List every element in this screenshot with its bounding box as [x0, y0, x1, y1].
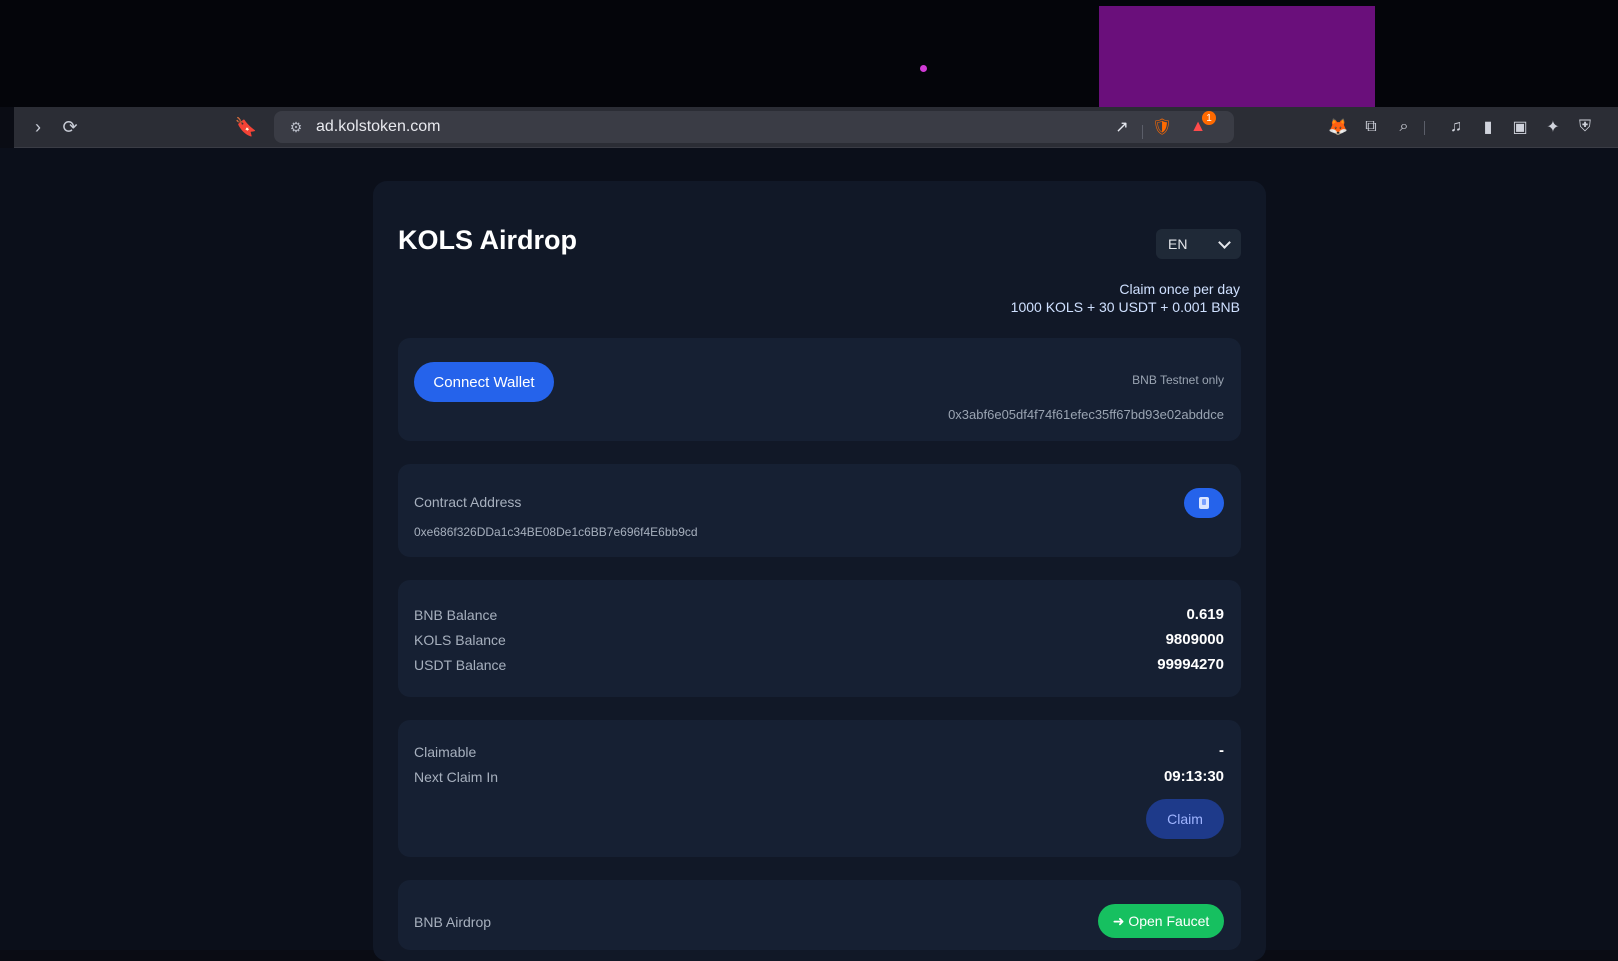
claimable-value: -	[1219, 742, 1224, 759]
language-value: EN	[1168, 236, 1188, 252]
connect-wallet-button[interactable]: Connect Wallet	[414, 362, 554, 402]
faucet-section: BNB Airdrop ➜ Open Faucet	[398, 880, 1241, 950]
tab-search-icon[interactable]: ⌕	[1392, 115, 1416, 139]
copy-icon	[1199, 497, 1209, 509]
wallet-icon[interactable]: ▣	[1508, 115, 1532, 139]
toolbar-separator	[1424, 121, 1425, 135]
claim-hint-line2: 1000 KOLS + 30 USDT + 0.001 BNB	[1010, 299, 1240, 315]
claim-hint: Claim once per day 1000 KOLS + 30 USDT +…	[1011, 280, 1240, 316]
balance-value-bnb: 0.619	[1186, 606, 1224, 623]
top-dark-area	[0, 0, 1618, 107]
chevron-down-icon	[1218, 235, 1231, 249]
balance-label-usdt: USDT Balance	[414, 657, 507, 673]
forward-icon[interactable]: ›	[26, 115, 50, 139]
vpn-shield-icon[interactable]: ⛨	[1573, 115, 1597, 139]
metamask-icon[interactable]: 🦊	[1326, 115, 1350, 139]
bookmark-icon[interactable]: 🔖	[234, 115, 258, 139]
balance-label-kols: KOLS Balance	[414, 632, 506, 648]
leo-ai-icon[interactable]: ✦	[1541, 115, 1565, 139]
claim-section: Claimable - Next Claim In 09:13:30 Claim	[398, 720, 1241, 857]
share-icon[interactable]: ↗	[1110, 115, 1134, 139]
browser-toolbar: › ⟳ 🔖 ⚙ ad.kolstoken.com ↗ 🛡 ▲ 1 🦊 ⧉ ⌕ ♫…	[14, 107, 1618, 148]
url-text[interactable]: ad.kolstoken.com	[316, 118, 441, 136]
claim-button[interactable]: Claim	[1146, 799, 1224, 839]
balance-label-bnb: BNB Balance	[414, 607, 498, 623]
claim-hint-line1: Claim once per day	[1119, 281, 1240, 297]
bnb-airdrop-label: BNB Airdrop	[414, 914, 492, 930]
brave-shield-icon[interactable]: 🛡	[1150, 115, 1174, 139]
balances-section: BNB Balance 0.619 KOLS Balance 9809000 U…	[398, 580, 1241, 697]
contract-address-label: Contract Address	[414, 494, 522, 510]
wallet-address: 0x3abf6e05df4f74f61efec35ff67bd93e02abdd…	[948, 407, 1224, 422]
purple-window-fragment	[1099, 6, 1375, 107]
next-claim-value: 09:13:30	[1163, 768, 1224, 785]
network-note: BNB Testnet only	[1132, 373, 1224, 387]
reload-icon[interactable]: ⟳	[58, 115, 82, 139]
contract-address-value: 0xe686f326DDa1c34BE08De1c6BB7e696f4E6bb9…	[414, 525, 698, 539]
music-icon[interactable]: ♫	[1444, 115, 1468, 139]
pink-dot	[920, 65, 927, 72]
balance-value-kols: 9809000	[1165, 631, 1224, 648]
page-title: KOLS Airdrop	[398, 225, 577, 255]
address-bar[interactable]: ⚙ ad.kolstoken.com ↗ 🛡 ▲ 1	[274, 111, 1234, 143]
wallet-section: Connect Wallet BNB Testnet only 0x3abf6e…	[398, 338, 1241, 441]
open-faucet-button[interactable]: ➜ Open Faucet	[1098, 904, 1224, 938]
url-separator	[1142, 125, 1143, 139]
contract-section: Contract Address 0xe686f326DDa1c34BE08De…	[398, 464, 1241, 557]
sidebar-icon[interactable]: ▮	[1476, 115, 1500, 139]
language-select[interactable]: EN	[1156, 229, 1241, 259]
notification-badge: 1	[1202, 111, 1216, 125]
next-claim-label: Next Claim In	[414, 769, 499, 785]
tune-icon[interactable]: ⚙	[286, 117, 306, 137]
balance-value-usdt: 99994270	[1157, 656, 1224, 673]
claimable-label: Claimable	[414, 744, 477, 760]
copy-contract-button[interactable]	[1184, 488, 1224, 518]
extensions-icon[interactable]: ⧉	[1359, 115, 1383, 139]
